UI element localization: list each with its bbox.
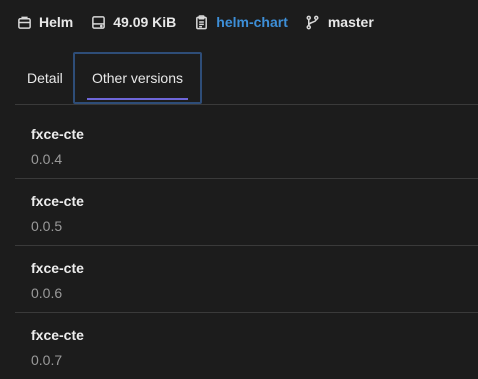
- version-package-name: fxce-cte: [31, 193, 84, 209]
- list-item[interactable]: fxce-cte 0.0.4: [15, 112, 478, 179]
- tab-detail[interactable]: Detail: [27, 52, 63, 104]
- disk-icon: [90, 14, 106, 30]
- branch-label: master: [327, 14, 374, 30]
- version-number: 0.0.7: [31, 352, 63, 368]
- version-package-name: fxce-cte: [31, 260, 84, 276]
- list-item[interactable]: fxce-cte 0.0.6: [15, 246, 478, 313]
- package-repository[interactable]: helm-chart: [193, 14, 288, 30]
- version-number: 0.0.6: [31, 285, 63, 301]
- package-type: Helm: [16, 14, 73, 30]
- repository-link[interactable]: helm-chart: [216, 14, 288, 30]
- list-item[interactable]: fxce-cte 0.0.7: [15, 313, 478, 379]
- package-branch: master: [305, 14, 374, 30]
- version-package-name: fxce-cte: [31, 327, 84, 343]
- tab-bar: Detail Other versions: [15, 52, 478, 105]
- version-list: fxce-cte 0.0.4 fxce-cte 0.0.5 fxce-cte 0…: [15, 112, 478, 379]
- version-package-name: fxce-cte: [31, 126, 84, 142]
- git-branch-icon: [305, 14, 321, 30]
- clipboard-icon: [193, 14, 209, 30]
- active-tab-indicator: [87, 98, 188, 100]
- tab-detail-label: Detail: [27, 70, 63, 86]
- version-number: 0.0.4: [31, 151, 63, 167]
- tab-other-versions[interactable]: Other versions: [73, 52, 202, 104]
- package-meta-row: Helm 49.09 KiB helm-chart master: [16, 12, 391, 32]
- version-number: 0.0.5: [31, 218, 63, 234]
- package-type-label: Helm: [39, 14, 74, 30]
- package-size: 49.09 KiB: [90, 14, 176, 30]
- package-size-label: 49.09 KiB: [113, 14, 177, 30]
- package-icon: [16, 14, 32, 30]
- list-item[interactable]: fxce-cte 0.0.5: [15, 179, 478, 246]
- tab-other-versions-label: Other versions: [91, 70, 184, 86]
